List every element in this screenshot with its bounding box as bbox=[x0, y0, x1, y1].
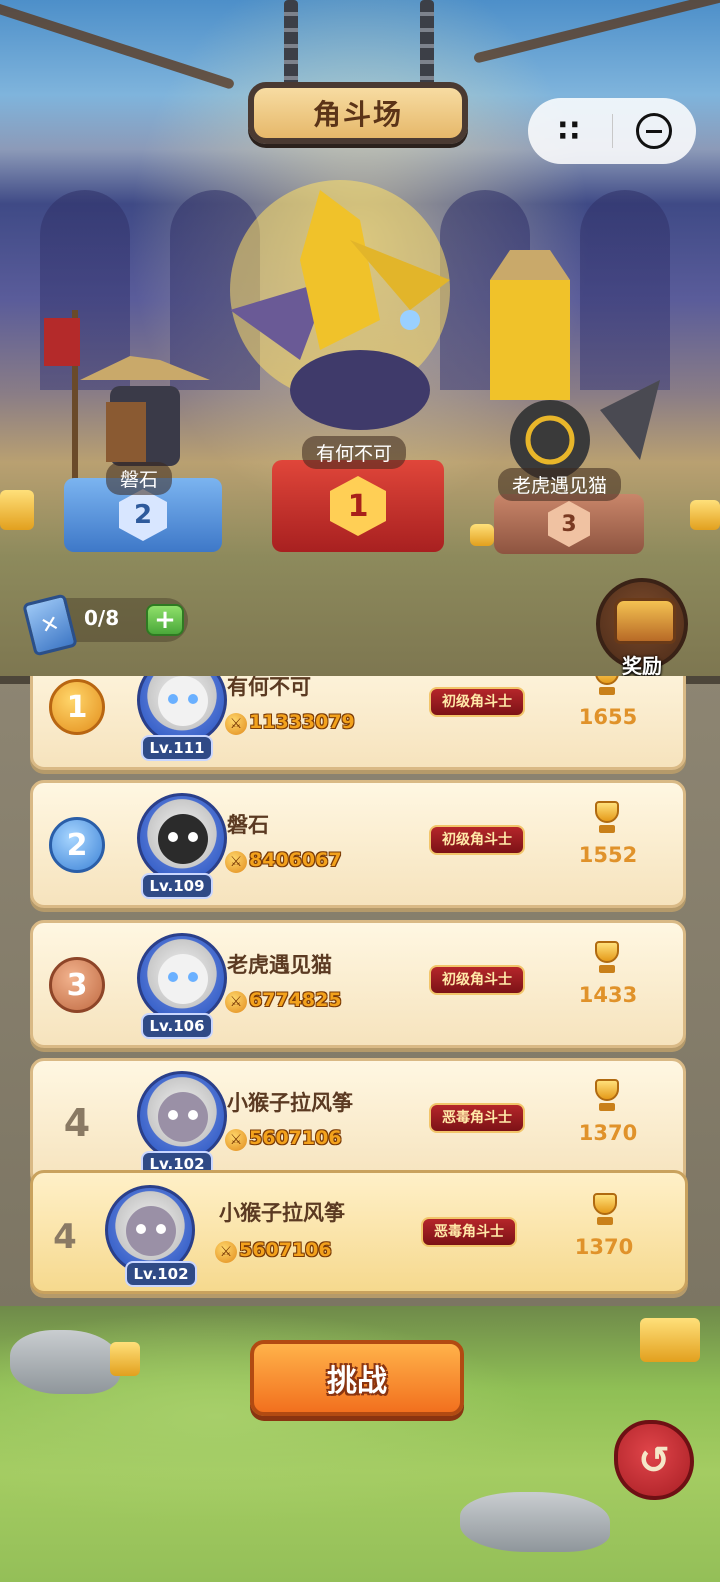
reward-button[interactable]: 奖励 bbox=[596, 578, 688, 678]
podium-rank-3: 3 bbox=[494, 494, 644, 554]
my-level: Lv.102 bbox=[125, 1261, 197, 1287]
gold-ore bbox=[470, 524, 494, 546]
trophy-count: 1433 bbox=[578, 983, 638, 1007]
gladiator-title-badge: 初级角斗士 bbox=[429, 965, 525, 995]
rock bbox=[10, 1330, 120, 1394]
my-gladiator-title-badge: 恶毒角斗士 bbox=[421, 1217, 517, 1247]
trophy-icon bbox=[589, 801, 625, 837]
ticket-count: 0/8 bbox=[84, 606, 120, 630]
player-name: 磐石 bbox=[227, 813, 269, 837]
podium-rank-2-emblem: 2 bbox=[119, 489, 167, 541]
treasure-chest-icon bbox=[614, 598, 676, 644]
trophy-icon bbox=[589, 676, 625, 699]
my-combat-power: 5607106 bbox=[239, 1239, 332, 1261]
return-arrow-icon[interactable]: ↺ bbox=[614, 1420, 694, 1500]
player-avatar bbox=[137, 933, 227, 1023]
leaderboard-row-3[interactable]: 3 Lv.106 老虎遇见猫 ⚔ 6774825 初级角斗士 1433 bbox=[30, 920, 686, 1048]
rank-number: 4 bbox=[63, 1101, 91, 1145]
combat-power: 5607106 bbox=[249, 1127, 342, 1149]
page-title-plaque: 角斗场 bbox=[248, 82, 468, 144]
challenge-label: 挑战 bbox=[327, 1364, 387, 1399]
my-name: 小猴子拉风筝 bbox=[219, 1201, 345, 1225]
player-name: 老虎遇见猫 bbox=[227, 953, 332, 977]
arena-scene: 角斗场 ∷ 2 1 3 磐石 有何不可 老虎遇见猫 ✕ 0/8 + 奖励 bbox=[0, 0, 720, 680]
player-name: 有何不可 bbox=[227, 676, 311, 699]
leaderboard-row-2[interactable]: 2 Lv.109 磐石 ⚔ 8406067 初级角斗士 1552 bbox=[30, 780, 686, 908]
tree-branch bbox=[472, 0, 720, 64]
tree-branch bbox=[0, 0, 236, 90]
combat-power-icon: ⚔ bbox=[225, 1129, 247, 1151]
podium-rank-1: 1 bbox=[272, 460, 444, 552]
hero-rank-2-sprite[interactable] bbox=[40, 290, 230, 490]
gladiator-title-badge: 恶毒角斗士 bbox=[429, 1103, 525, 1133]
chain bbox=[284, 0, 298, 92]
podium-rank-2-name: 磐石 bbox=[106, 462, 173, 495]
gold-ore bbox=[0, 490, 34, 530]
mini-program-capsule: ∷ bbox=[528, 98, 696, 164]
add-ticket-button[interactable]: + bbox=[146, 604, 184, 636]
trophy-icon bbox=[589, 941, 625, 977]
hero-rank-1-sprite[interactable] bbox=[210, 160, 470, 460]
gold-ore bbox=[110, 1342, 140, 1376]
player-level: Lv.109 bbox=[141, 873, 213, 899]
rock bbox=[460, 1492, 610, 1552]
trophy-icon bbox=[589, 1079, 625, 1115]
combat-power: 6774825 bbox=[249, 989, 342, 1011]
hero-rank-3-sprite[interactable] bbox=[460, 220, 680, 480]
podium-rank-3-emblem: 3 bbox=[548, 501, 590, 547]
podium-rank-1-name: 有何不可 bbox=[302, 436, 407, 469]
gladiator-title-badge: 初级角斗士 bbox=[429, 825, 525, 855]
podium-rank-3-name: 老虎遇见猫 bbox=[498, 468, 622, 501]
combat-power-icon: ⚔ bbox=[225, 713, 247, 735]
challenge-button[interactable]: 挑战 bbox=[250, 1340, 464, 1416]
leaderboard-row-1[interactable]: 1 Lv.111 有何不可 ⚔ 11333079 初级角斗士 1655 bbox=[30, 676, 686, 770]
gladiator-title-badge: 初级角斗士 bbox=[429, 687, 525, 717]
combat-power-icon: ⚔ bbox=[225, 851, 247, 873]
panda-face-icon bbox=[158, 676, 208, 726]
gold-ore bbox=[690, 500, 720, 530]
gold-ore bbox=[640, 1318, 700, 1362]
leaderboard[interactable]: 1 Lv.111 有何不可 ⚔ 11333079 初级角斗士 1655 2 Lv… bbox=[0, 676, 720, 1306]
more-dots-icon[interactable]: ∷ bbox=[528, 98, 612, 164]
cat-face-icon bbox=[158, 954, 208, 1004]
player-name: 小猴子拉风筝 bbox=[227, 1091, 353, 1115]
combat-power: 8406067 bbox=[249, 849, 342, 871]
player-avatar bbox=[137, 793, 227, 883]
my-rank-number: 4 bbox=[53, 1217, 77, 1257]
rank-medal-bronze-icon: 3 bbox=[49, 957, 105, 1013]
monkey-face-icon bbox=[158, 1092, 208, 1142]
page-title: 角斗场 bbox=[312, 98, 403, 131]
rank-medal-gold-icon: 1 bbox=[49, 679, 105, 735]
raccoon-face-icon bbox=[158, 814, 208, 864]
combat-power-icon: ⚔ bbox=[225, 991, 247, 1013]
minimize-circle-icon[interactable] bbox=[613, 98, 697, 164]
my-trophy-count: 1370 bbox=[574, 1235, 634, 1259]
my-rank-row[interactable]: 4 Lv.102 小猴子拉风筝 ⚔ 5607106 恶毒角斗士 1370 bbox=[30, 1170, 688, 1294]
trophy-icon bbox=[587, 1193, 623, 1229]
trophy-count: 1370 bbox=[578, 1121, 638, 1145]
monkey-face-icon bbox=[126, 1206, 176, 1256]
player-level: Lv.111 bbox=[141, 735, 213, 761]
trophy-count: 1552 bbox=[578, 843, 638, 867]
player-level: Lv.106 bbox=[141, 1013, 213, 1039]
combat-power: 11333079 bbox=[249, 711, 355, 733]
leaderboard-row-4[interactable]: 4 Lv.102 小猴子拉风筝 ⚔ 5607106 恶毒角斗士 1370 bbox=[30, 1058, 686, 1186]
player-avatar bbox=[137, 1071, 227, 1161]
podium-rank-1-emblem: 1 bbox=[330, 476, 386, 536]
chain bbox=[420, 0, 434, 92]
rank-medal-silver-icon: 2 bbox=[49, 817, 105, 873]
combat-power-icon: ⚔ bbox=[215, 1241, 237, 1263]
reward-label: 奖励 bbox=[622, 654, 662, 678]
trophy-count: 1655 bbox=[578, 705, 638, 729]
